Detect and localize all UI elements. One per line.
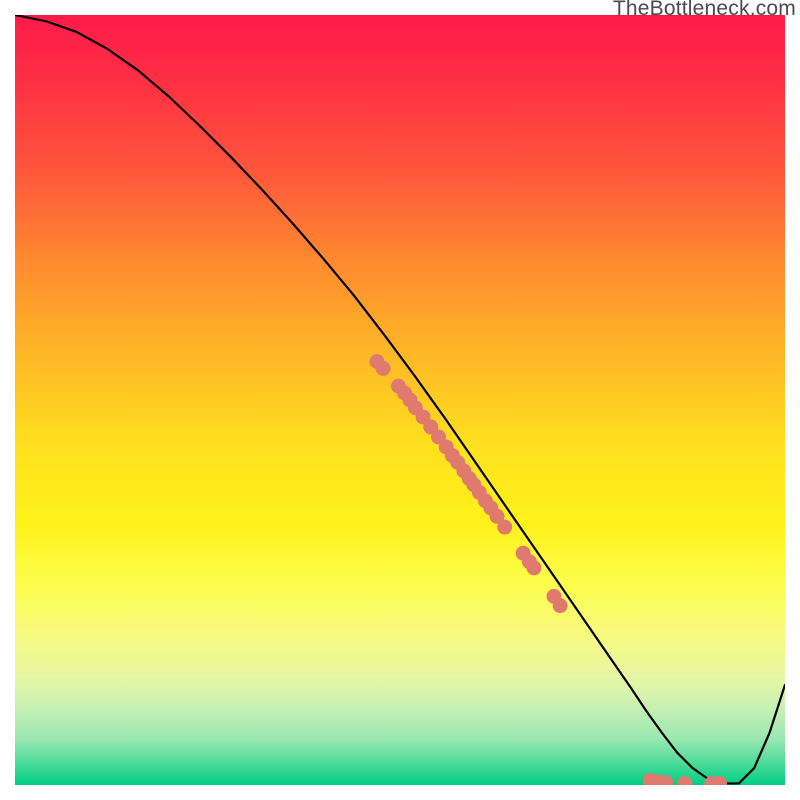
chart-container: TheBottleneck.com xyxy=(0,0,800,800)
plot-background-gradient xyxy=(15,15,785,785)
watermark-text: TheBottleneck.com xyxy=(613,0,796,21)
